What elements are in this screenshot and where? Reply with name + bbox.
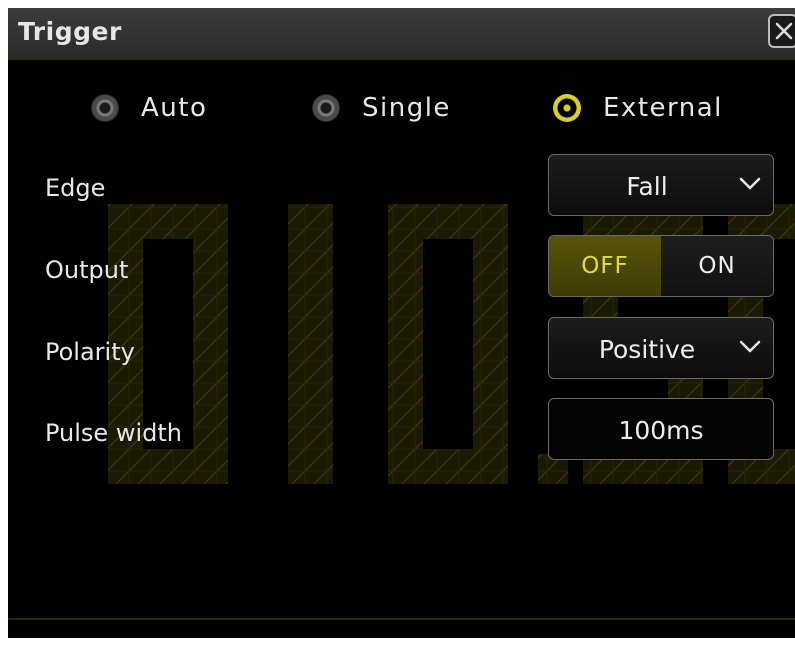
output-on-option[interactable]: ON: [661, 236, 773, 296]
trigger-dialog: Trigger Auto Single External Edge Fall O…: [8, 8, 795, 638]
close-icon: [775, 22, 793, 40]
footer-divider: [8, 618, 795, 620]
output-label: Output: [45, 256, 129, 284]
pulse-width-value: 100ms: [618, 416, 704, 445]
polarity-value: Positive: [598, 335, 696, 364]
title-bar: Trigger: [8, 8, 795, 60]
pulse-width-label: Pulse width: [45, 419, 182, 447]
polarity-select[interactable]: Positive: [548, 317, 774, 379]
radio-auto-label: Auto: [141, 93, 208, 123]
polarity-label: Polarity: [45, 338, 135, 366]
chevron-down-icon: [739, 340, 761, 353]
pulse-width-input[interactable]: 100ms: [548, 398, 774, 460]
radio-external[interactable]: External: [553, 88, 723, 128]
edge-select[interactable]: Fall: [548, 154, 774, 216]
radio-selected-icon: [553, 94, 581, 122]
edge-value: Fall: [626, 172, 668, 201]
radio-single[interactable]: Single: [312, 88, 451, 128]
radio-auto[interactable]: Auto: [91, 88, 207, 128]
close-button[interactable]: [768, 14, 795, 48]
chevron-down-icon: [739, 177, 761, 190]
radio-external-label: External: [603, 93, 723, 123]
dialog-title: Trigger: [18, 17, 122, 46]
radio-unselected-icon: [91, 94, 119, 122]
output-toggle[interactable]: OFF ON: [548, 235, 774, 297]
radio-unselected-icon: [312, 94, 340, 122]
edge-label: Edge: [45, 174, 106, 202]
output-off-option[interactable]: OFF: [549, 236, 661, 296]
radio-single-label: Single: [362, 93, 451, 123]
